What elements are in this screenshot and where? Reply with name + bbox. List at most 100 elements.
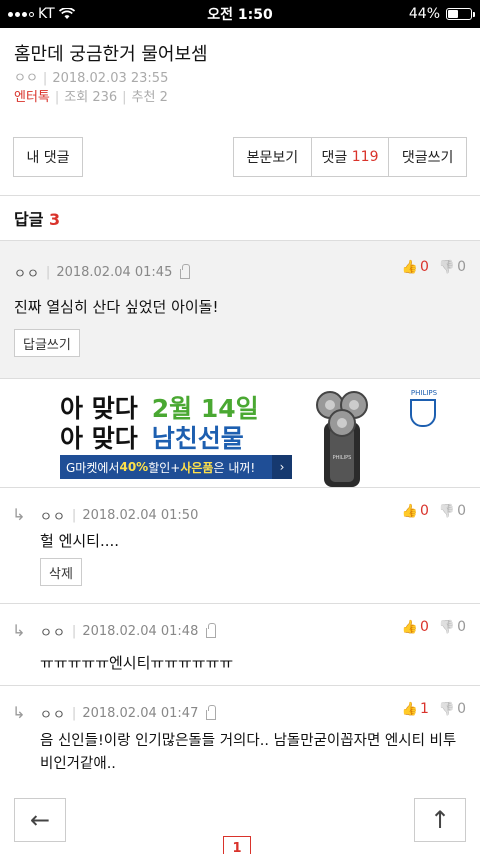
reply-text: 진짜 열심히 산다 싶었던 아이돌! — [14, 298, 219, 316]
replies-header: 답글 3 — [14, 206, 60, 230]
lock-icon — [180, 263, 191, 279]
upvote-button[interactable]: 👍 1 — [402, 701, 429, 717]
battery-icon — [446, 8, 475, 20]
vote-box: 👍 0 👎 0 — [402, 619, 466, 635]
thumbs-up-icon: 👍 — [401, 259, 418, 275]
vote-box: 👍 0 👎 0 — [402, 259, 466, 275]
ad-headline-2: 아 맞다 남친선물 — [60, 419, 244, 455]
wifi-icon — [58, 8, 75, 19]
downvote-button[interactable]: 👎 0 — [439, 701, 466, 717]
upvote-count: 0 — [419, 259, 429, 275]
upvote-count: 1 — [419, 701, 429, 717]
reply-author: ㅇㅇ — [14, 267, 40, 282]
reply-list: ㅇㅇ | 2018.02.04 01:45 👍 0 👎 0 진짜 열심히 산다 싶었던 … — [0, 240, 480, 796]
post-meta: ㅇㅇ | 2018.02.03 23:55 — [14, 71, 169, 86]
shield-icon — [410, 399, 436, 427]
reply-arrow-icon: ↳ — [12, 505, 26, 524]
thumbs-down-icon: 👎 — [438, 259, 456, 275]
reply-text: ㅠㅠㅠㅠㅠ엔시티ㅠㅠㅠㅠㅠㅠ — [40, 654, 234, 672]
post-title: 홈만데 궁금한거 물어보셈 — [14, 44, 208, 65]
my-comments-button[interactable]: 내 댓글 — [13, 137, 83, 177]
philips-logo: PHILIPS — [410, 389, 438, 427]
write-comment-button[interactable]: 댓글쓰기 — [389, 138, 466, 176]
post-author: ㅇㅇ — [14, 71, 38, 86]
write-reply-button[interactable]: 답글쓰기 — [14, 329, 80, 357]
chevron-right-icon: › — [272, 455, 292, 479]
sub-reply: ↳ ㅇㅇ | 2018.02.04 01:48 👍 0 👎 0 ㅠㅠㅠㅠㅠ엔시티ㅠㅠㅠㅠ… — [0, 604, 480, 686]
current-page-button[interactable]: 1 — [223, 836, 251, 854]
reply-date: 2018.02.04 01:48 — [82, 624, 199, 639]
reply-text: 헐 엔시티.... — [40, 532, 120, 550]
reply-author: ㅇㅇ — [40, 626, 66, 641]
thumbs-up-icon: 👍 — [401, 701, 418, 717]
reply-meta: ㅇㅇ | 2018.02.04 01:50 — [40, 508, 199, 525]
upvote-count: 0 — [419, 503, 429, 519]
post-stats: 엔터톡 | 조회 236 | 추천 2 — [14, 90, 168, 105]
post-header: 홈만데 궁금한거 물어보셈 ㅇㅇ | 2018.02.03 23:55 엔터톡 | 조회… — [0, 28, 480, 133]
upvote-count: 0 — [419, 619, 429, 635]
delete-button[interactable]: 삭제 — [40, 558, 82, 586]
sub-reply: ↳ ㅇㅇ | 2018.02.04 01:47 👍 1 👎 0 음 신인들!이랑 인기많… — [0, 686, 480, 796]
vote-box: 👍 1 👎 0 — [402, 701, 466, 717]
comments-button[interactable]: 댓글 119 — [312, 138, 390, 176]
downvote-count: 0 — [457, 619, 466, 635]
ad-bar-text: 은 내꺼! — [213, 460, 256, 475]
ad-gift-text: 남친선물 — [151, 424, 244, 453]
view-count: 조회 236 — [64, 90, 118, 105]
downvote-button[interactable]: 👎 0 — [439, 619, 466, 635]
comments-count: 119 — [351, 149, 379, 165]
upvote-button[interactable]: 👍 0 — [402, 503, 429, 519]
reply-meta: ㅇㅇ | 2018.02.04 01:48 — [40, 622, 217, 641]
thumbs-down-icon: 👎 — [438, 701, 456, 717]
scroll-top-button[interactable]: ↑ — [414, 798, 466, 842]
back-button[interactable]: ← — [14, 798, 66, 842]
board-link[interactable]: 엔터톡 — [14, 90, 50, 105]
thumbs-up-icon: 👍 — [401, 619, 418, 635]
lock-icon — [206, 704, 217, 720]
divider — [0, 195, 480, 196]
brand-label: PHILIPS — [410, 389, 438, 397]
downvote-button[interactable]: 👎 0 — [439, 503, 466, 519]
thumbs-down-icon: 👎 — [438, 619, 456, 635]
reply-text: 음 신인들!이랑 인기많은돌들 거의다.. 남돌만굳이꼽자면 엔시티 비투 비인… — [40, 730, 470, 776]
ad-bar-gift: 사은품 — [180, 460, 214, 475]
thumbs-up-icon: 👍 — [401, 503, 418, 519]
reply-meta: ㅇㅇ | 2018.02.04 01:47 — [40, 704, 217, 723]
thumbs-down-icon: 👎 — [438, 503, 456, 519]
arrow-left-icon: ← — [29, 806, 51, 834]
ad-bar-discount: 40% — [119, 460, 149, 474]
vote-box: 👍 0 👎 0 — [402, 503, 466, 519]
sub-reply: ↳ ㅇㅇ | 2018.02.04 01:50 👍 0 👎 0 헐 엔시티.... 삭제 — [0, 488, 480, 604]
signal-icon — [8, 11, 34, 17]
reply-date: 2018.02.04 01:45 — [56, 265, 173, 280]
downvote-count: 0 — [457, 701, 466, 717]
reply-arrow-icon: ↳ — [12, 621, 26, 640]
post-action-group: 본문보기 댓글 119 댓글쓰기 — [233, 137, 467, 177]
lock-icon — [206, 622, 217, 638]
view-post-button[interactable]: 본문보기 — [234, 138, 312, 176]
reply-text-line: 음 신인들!이랑 인기많은돌들 거의다.. 남돌만굳이꼽자면 엔시티 비투 — [40, 733, 457, 749]
shaver-label: PHILIPS — [333, 455, 352, 461]
ad-bar-text: G마켓에서 — [66, 460, 120, 475]
ad-text: 아 맞다 — [60, 424, 138, 453]
main-reply: ㅇㅇ | 2018.02.04 01:45 👍 0 👎 0 진짜 열심히 산다 싶었던 … — [0, 240, 480, 378]
ad-bar-text: 할인+ — [148, 460, 181, 475]
upvote-button[interactable]: 👍 0 — [402, 259, 429, 275]
replies-count: 3 — [49, 210, 61, 229]
status-bar: KT 오전 1:50 44% — [0, 0, 480, 28]
upvote-button[interactable]: 👍 0 — [402, 619, 429, 635]
replies-label: 답글 — [14, 210, 44, 229]
reply-author: ㅇㅇ — [40, 708, 66, 723]
carrier-label: KT — [38, 6, 55, 22]
reply-arrow-icon: ↳ — [12, 703, 26, 722]
reply-text-line: 비인거같애.. — [40, 756, 116, 772]
reply-meta: ㅇㅇ | 2018.02.04 01:45 — [14, 263, 191, 282]
ad-cta-bar[interactable]: G마켓에서 40% 할인+ 사은품 은 내꺼! › — [60, 455, 292, 479]
downvote-count: 0 — [457, 503, 466, 519]
battery-percent: 44% — [408, 6, 440, 22]
ad-banner[interactable]: 아 맞다 2월 14일 아 맞다 남친선물 G마켓에서 40% 할인+ 사은품 은 내꺼!… — [0, 378, 480, 488]
recommend-count: 추천 2 — [131, 90, 168, 105]
downvote-button[interactable]: 👎 0 — [439, 259, 466, 275]
post-date: 2018.02.03 23:55 — [52, 71, 169, 86]
comments-label: 댓글 — [321, 150, 348, 166]
